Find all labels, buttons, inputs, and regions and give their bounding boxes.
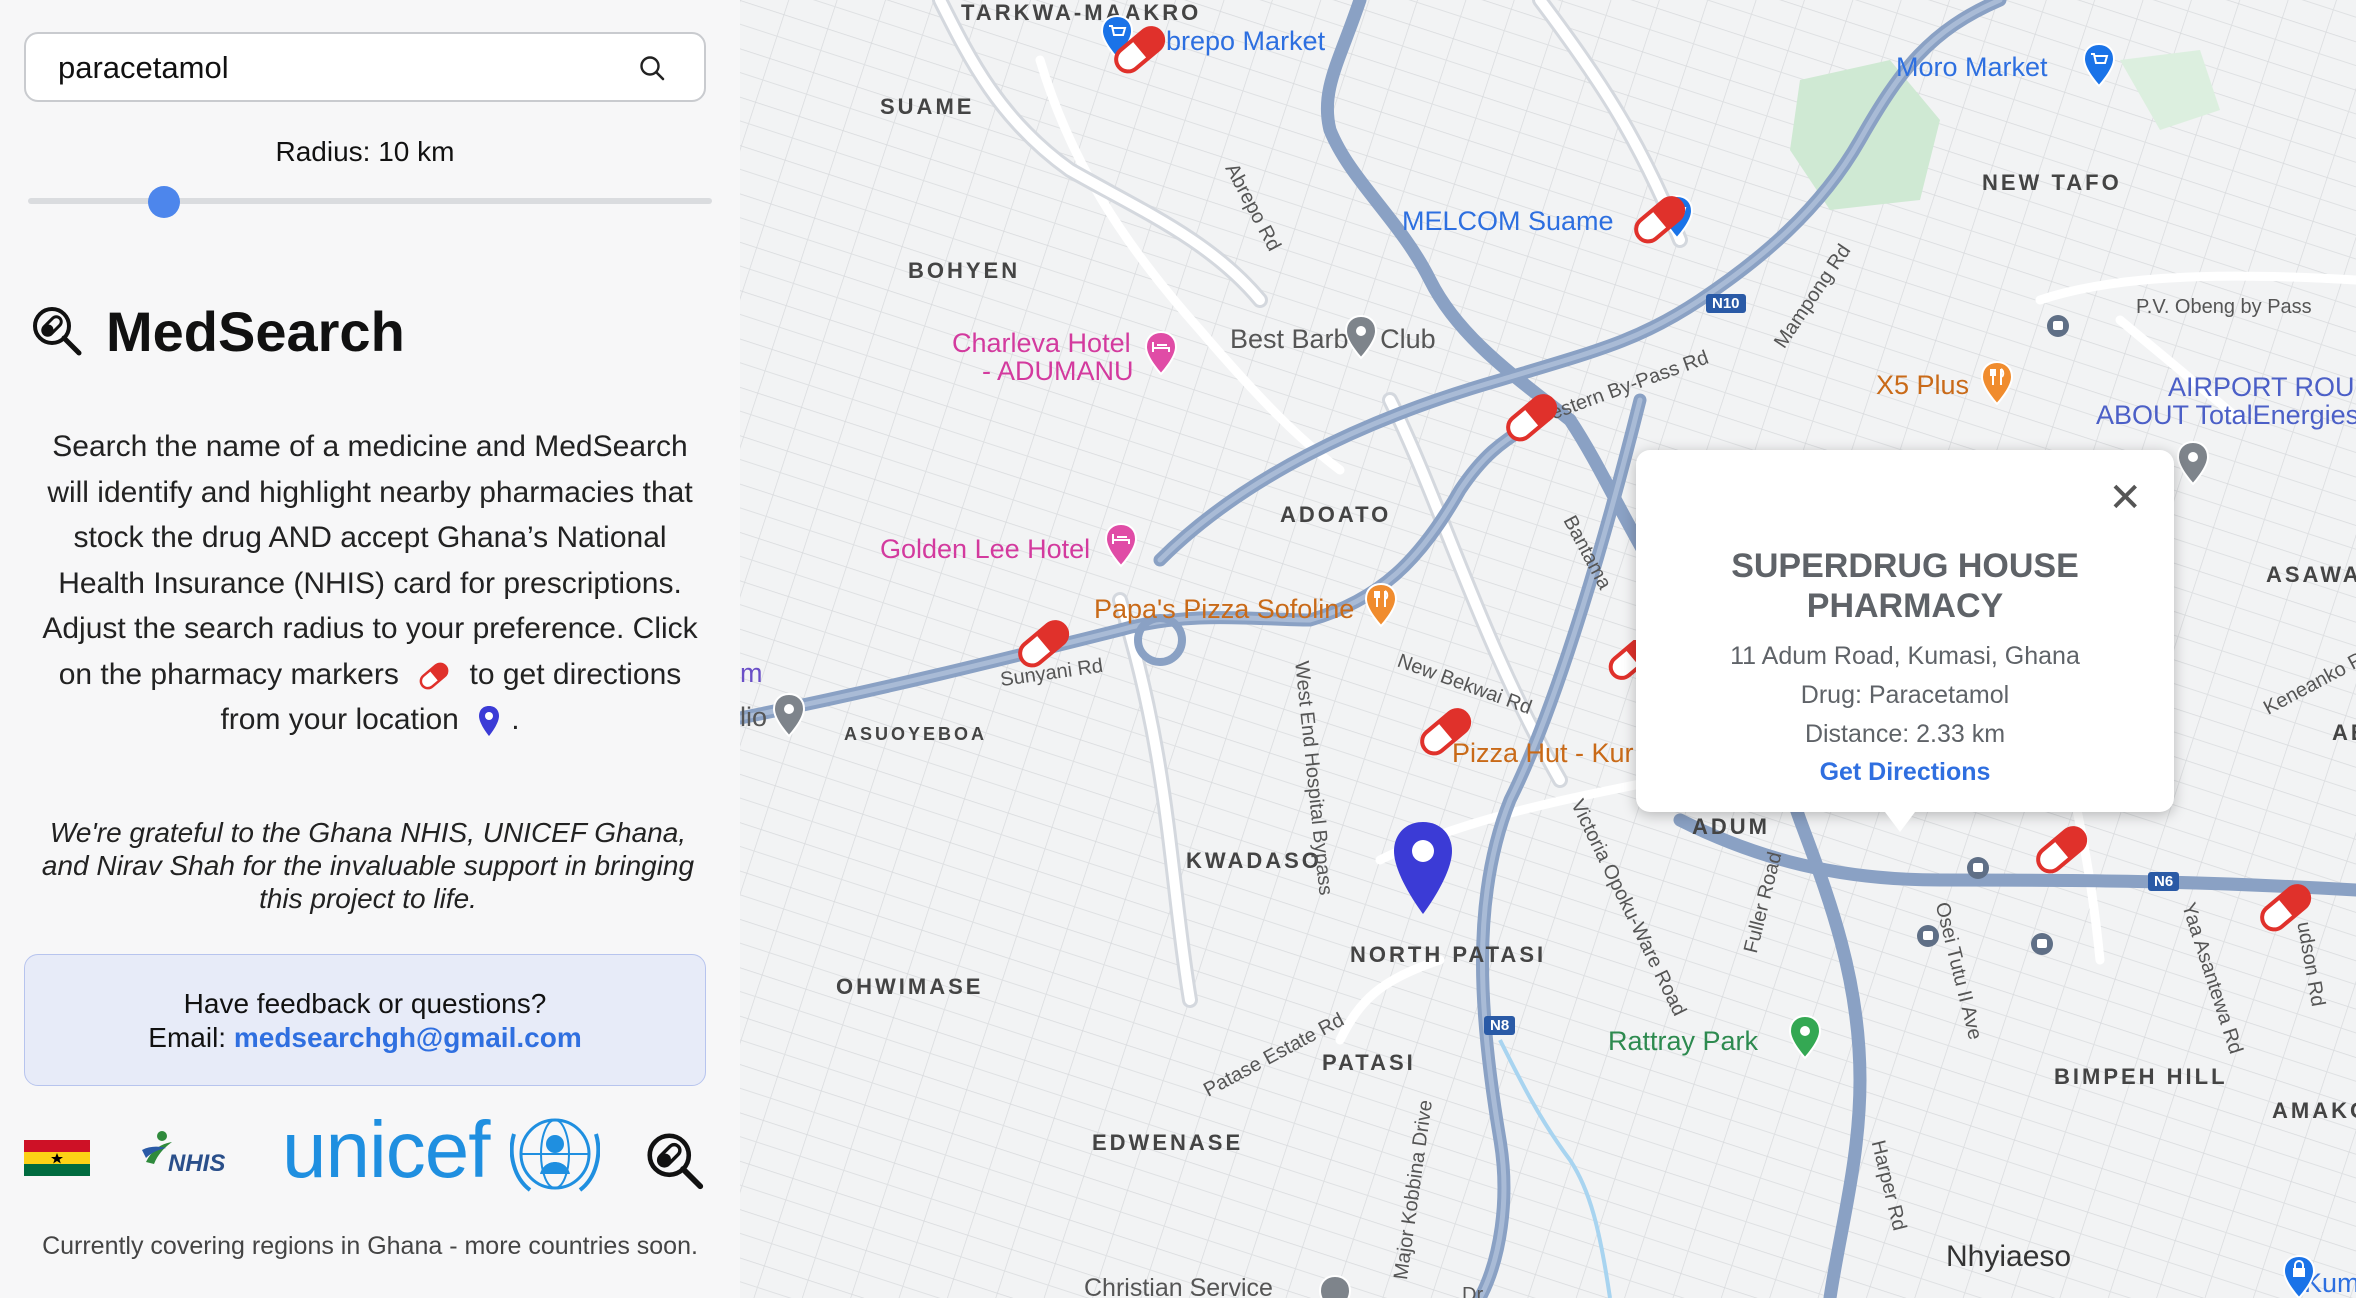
place-icon[interactable] [2176,440,2210,486]
poi-label[interactable]: brepo Market [1166,26,1325,57]
pharmacy-marker[interactable] [2026,814,2096,884]
area-label: KWADASO [1186,848,1322,873]
info-window-tail [1882,808,1918,832]
road-shield: N6 [2148,872,2180,891]
road-label: P.V. Obeng by Pass [2136,296,2312,318]
bus-stop-icon [1967,857,1989,879]
place-icon[interactable] [1318,1274,1352,1298]
area-label: ADUM [1692,814,1770,839]
poi-label[interactable]: Best Barber Club [1230,324,1436,355]
poi-label[interactable]: MELCOM Suame [1402,206,1614,237]
restaurant-icon[interactable] [1364,582,1398,628]
area-label: BOHYEN [908,258,1021,283]
pill-marker-icon [419,662,449,689]
poi-label[interactable]: - ADUMANU [982,356,1134,387]
pharmacy-marker[interactable] [2250,872,2320,942]
nhis-logo: NHIS [138,1128,238,1184]
poi-label[interactable]: Charleva Hotel [952,328,1131,359]
search-input[interactable] [56,46,620,90]
poi-label[interactable]: ABOUT TotalEnergies [2096,400,2356,431]
ghana-flag-icon [24,1140,90,1176]
pharmacy-marker[interactable] [1008,608,1078,678]
feedback-email-row: Email: medsearchgh@gmail.com [25,1021,705,1055]
radius-label: Radius: 10 km [275,136,455,167]
area-label: OHWIMASE [836,974,984,999]
search-icon[interactable] [638,54,668,84]
search-box[interactable] [24,32,706,102]
poi-label[interactable]: Golden Lee Hotel [880,534,1090,565]
medsearch-small-logo-icon [647,1133,704,1190]
bus-stop-icon [2047,315,2069,337]
poi-label[interactable]: Christian Service [1084,1274,1273,1298]
bus-stop-icon [2031,933,2053,955]
coverage-note: Currently covering regions in Ghana - mo… [42,1232,698,1260]
close-icon[interactable]: ✕ [2108,478,2142,518]
pharmacy-marker[interactable] [1410,696,1480,766]
unicef-logo-text: unicef [282,1105,490,1194]
area-label: NORTH PATASI [1350,942,1547,967]
pharmacy-distance: Distance: 2.33 km [1804,720,2006,748]
radius-slider-track[interactable] [28,198,712,204]
poi-label: m [740,658,763,688]
medsearch-logo-icon [33,307,82,356]
description-text: Search the name of a medicine and MedSea… [42,430,698,691]
park-icon[interactable] [1788,1014,1822,1060]
feedback-question: Have feedback or questions? [183,988,547,1019]
nhis-logo-text: NHIS [168,1150,226,1177]
area-label: EDWENASE [1092,1130,1244,1155]
user-location-pin[interactable] [1388,818,1458,918]
description-text-end: . [511,703,520,736]
pharmacy-info-window: ✕ SUPERDRUG HOUSE PHARMACY 11 Adum Road,… [1636,450,2174,812]
unicef-emblem-icon [510,1118,600,1192]
pharmacy-drug: Drug: Paracetamol [1800,681,2010,709]
poi-label[interactable]: Rattray Park [1608,1026,1758,1057]
pharmacy-marker[interactable] [1624,184,1694,254]
sidebar: Radius: 10 km MedSearch Search the name … [0,0,740,1298]
brand-title: MedSearch [106,299,405,363]
poi-label[interactable]: X5 Plus [1876,370,1969,401]
road-shield: N8 [1484,1016,1516,1035]
area-label: AE [2332,720,2356,745]
pharmacy-name: SUPERDRUG HOUSE PHARMACY [1731,547,2079,625]
feedback-email-link[interactable]: medsearchgh@gmail.com [234,1022,582,1053]
shopping-cart-icon[interactable] [2082,42,2116,88]
area-label: ADOATO [1280,502,1392,527]
pharmacy-marker[interactable] [1104,14,1174,84]
area-label: BIMPEH HILL [2054,1064,2228,1089]
brand: MedSearch [30,296,405,366]
lock-icon[interactable] [2282,1254,2316,1298]
road-shield: N10 [1706,294,1746,313]
poi-label: lio [740,702,768,732]
hotel-icon[interactable] [1104,522,1138,568]
road-label: Dr [1462,1284,1484,1298]
poi-label[interactable]: Moro Market [1896,52,2048,83]
bus-stop-icon [1917,925,1939,947]
user-location-icon [479,706,500,737]
area-label: AMAKOM [2272,1098,2356,1123]
restaurant-icon[interactable] [1980,360,2014,406]
area-label: ASAWASI [2266,562,2356,587]
area-label: ASUOYEBOA [844,724,988,744]
poi-label: Nhyiaeso [1946,1240,2072,1273]
place-icon[interactable] [772,692,806,738]
get-directions-link[interactable]: Get Directions [1636,758,2174,787]
description: Search the name of a medicine and MedSea… [30,424,710,743]
poi-label[interactable]: AIRPORT ROUN [2168,372,2356,403]
pharmacy-marker[interactable] [1496,382,1566,452]
area-label: SUAME [880,94,975,119]
partner-logos: NHIS unicef [0,1105,740,1200]
poi-label[interactable]: Papa's Pizza Sofoline [1094,594,1354,625]
feedback-box: Have feedback or questions? Email: medse… [24,954,706,1086]
radius-slider-thumb[interactable] [148,186,180,218]
place-icon[interactable] [1344,314,1378,360]
acknowledgement: We're grateful to the Ghana NHIS, UNICEF… [41,817,695,914]
area-label: NEW TAFO [1982,170,2122,195]
feedback-email-label: Email: [148,1022,227,1053]
area-label: PATASI [1322,1050,1416,1075]
hotel-icon[interactable] [1144,330,1178,376]
pharmacy-address: 11 Adum Road, Kumasi, Ghana [1730,642,2080,670]
